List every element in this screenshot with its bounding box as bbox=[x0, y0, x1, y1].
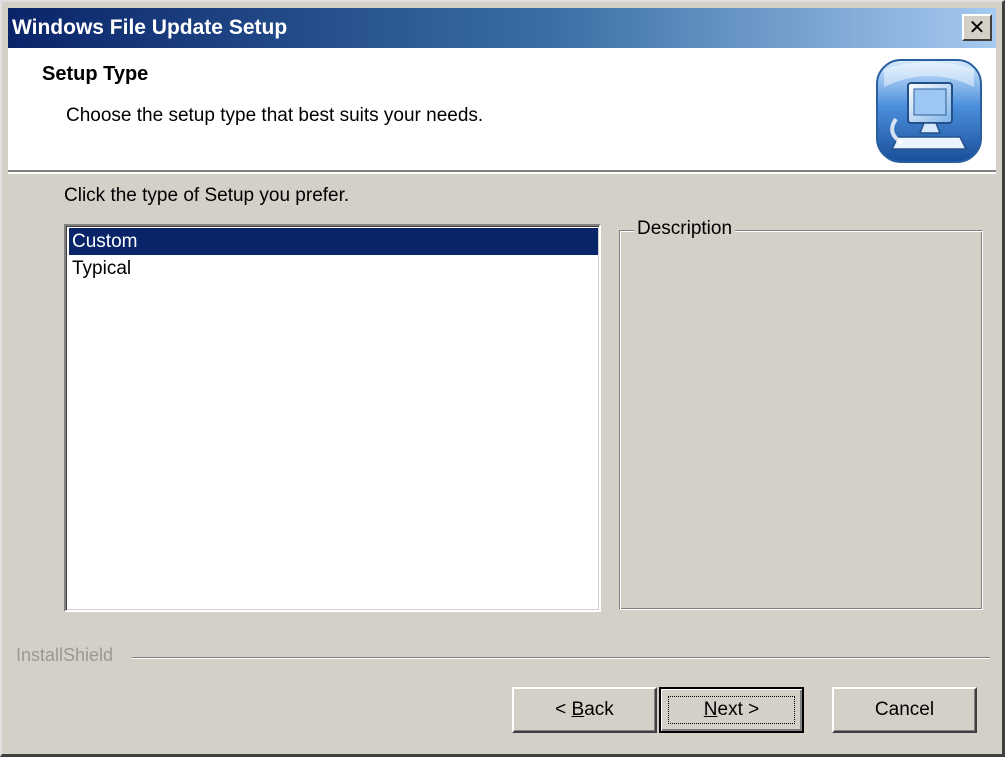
cancel-button[interactable]: Cancel bbox=[832, 687, 977, 733]
description-label: Description bbox=[634, 218, 736, 240]
footer-divider bbox=[132, 657, 990, 659]
description-group: Description bbox=[619, 218, 983, 610]
window-title: Windows File Update Setup bbox=[12, 16, 288, 39]
close-icon: ✕ bbox=[968, 15, 986, 39]
setup-dialog: Windows File Update Setup ✕ Setup Type C… bbox=[0, 0, 1005, 757]
back-accelerator: B bbox=[571, 699, 585, 720]
title-bar[interactable]: Windows File Update Setup ✕ bbox=[8, 8, 996, 48]
page-subtitle: Choose the setup type that best suits yo… bbox=[66, 105, 484, 126]
list-item-custom[interactable]: Custom bbox=[69, 228, 598, 255]
list-item-typical[interactable]: Typical bbox=[69, 255, 598, 282]
back-button[interactable]: < Back bbox=[512, 687, 657, 733]
setup-type-prompt: Click the type of Setup you prefer. bbox=[64, 185, 350, 206]
focus-ring bbox=[668, 696, 795, 724]
header-banner: Setup Type Choose the setup type that be… bbox=[8, 48, 996, 174]
back-label-rest: ack bbox=[584, 699, 614, 720]
computer-setup-icon bbox=[876, 59, 982, 163]
next-button[interactable]: Next > bbox=[659, 687, 804, 733]
installshield-label: InstallShield bbox=[16, 645, 120, 666]
cancel-label: Cancel bbox=[874, 699, 935, 720]
page-title: Setup Type bbox=[42, 63, 149, 85]
back-prefix: < bbox=[555, 699, 572, 720]
close-button[interactable]: ✕ bbox=[962, 14, 992, 41]
setup-type-list[interactable]: Custom Typical bbox=[64, 224, 601, 612]
